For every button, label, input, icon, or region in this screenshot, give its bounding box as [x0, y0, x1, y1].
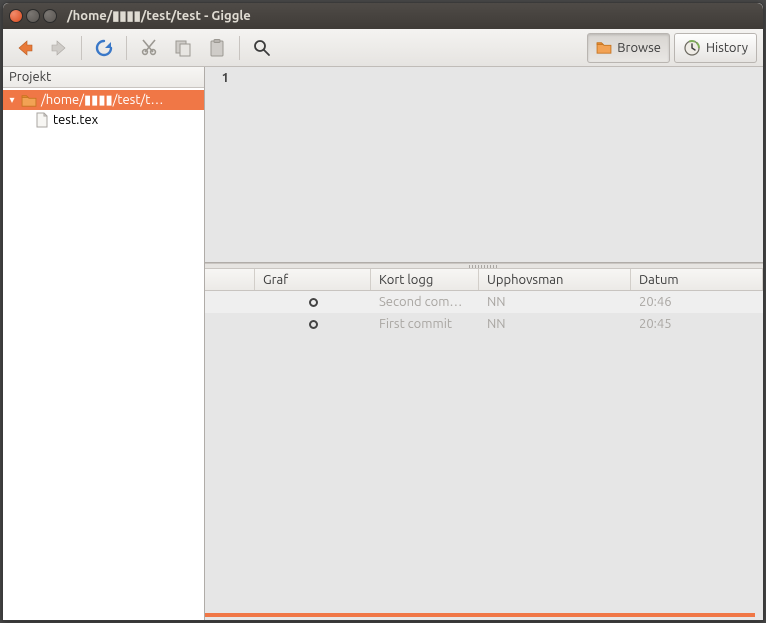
history-button-label: History: [706, 41, 748, 55]
commit-graph-cell: [255, 320, 371, 329]
scissors-icon: [139, 38, 159, 58]
commit-graph-cell: [255, 298, 371, 307]
project-tree[interactable]: ▾ /home/▮▮▮▮/test/t… test.tex: [3, 88, 204, 620]
copy-icon: [173, 38, 193, 58]
log-col-upphovsman[interactable]: Upphovsman: [479, 269, 631, 290]
commit-author: NN: [479, 295, 631, 309]
toolbar-separator: [239, 36, 240, 60]
tree-item-label: /home/▮▮▮▮/test/t…: [41, 93, 163, 108]
window-controls: [9, 9, 57, 23]
content-area: Projekt ▾ /home/▮▮▮▮/test/t… test.tex 1: [3, 67, 763, 620]
main-pane: 1 Graf Kort logg Upphovsman Datum: [205, 67, 763, 620]
history-mode-button[interactable]: History: [674, 33, 757, 63]
close-window-button[interactable]: [9, 9, 23, 23]
search-icon: [252, 38, 272, 58]
window-title: /home/▮▮▮▮/test/test - Giggle: [67, 9, 251, 24]
search-button[interactable]: [246, 33, 278, 63]
toolbar-separator: [81, 36, 82, 60]
commit-dot-icon: [309, 298, 318, 307]
log-header-row: Graf Kort logg Upphovsman Datum: [205, 269, 763, 291]
commit-shortlog: Second com…: [371, 295, 479, 309]
browse-button-label: Browse: [617, 41, 661, 55]
arrow-left-icon: [15, 38, 35, 58]
arrow-right-icon: [49, 38, 69, 58]
clock-icon: [683, 39, 701, 57]
tree-file-item[interactable]: test.tex: [3, 110, 204, 130]
folder-icon: [21, 94, 37, 107]
expand-icon[interactable]: ▾: [7, 94, 17, 106]
toolbar-right: Browse History: [587, 33, 757, 63]
commit-shortlog: First commit: [371, 317, 479, 331]
log-col-kortlogg[interactable]: Kort logg: [371, 269, 479, 290]
commit-date: 20:45: [631, 317, 763, 331]
commit-date: 20:46: [631, 295, 763, 309]
refresh-button[interactable]: [88, 33, 120, 63]
toolbar-separator: [126, 36, 127, 60]
line-number: 1: [222, 71, 229, 85]
file-icon: [35, 112, 49, 128]
paste-icon: [207, 38, 227, 58]
commit-row[interactable]: Second com… NN 20:46: [205, 291, 763, 313]
line-gutter: 1: [205, 67, 235, 262]
accent-bar: [205, 613, 755, 617]
forward-button[interactable]: [43, 33, 75, 63]
app-window: /home/▮▮▮▮/test/test - Giggle: [2, 2, 764, 621]
minimize-window-button[interactable]: [26, 9, 40, 23]
paste-button[interactable]: [201, 33, 233, 63]
tree-folder-item[interactable]: ▾ /home/▮▮▮▮/test/t…: [3, 90, 204, 110]
editor-body[interactable]: [235, 67, 763, 262]
commit-log-pane: Graf Kort logg Upphovsman Datum Second c…: [205, 269, 763, 620]
folder-icon: [596, 41, 612, 54]
titlebar[interactable]: /home/▮▮▮▮/test/test - Giggle: [3, 3, 763, 29]
commit-row[interactable]: First commit NN 20:45: [205, 313, 763, 335]
horizontal-splitter[interactable]: [205, 263, 763, 269]
copy-button[interactable]: [167, 33, 199, 63]
browse-mode-button[interactable]: Browse: [587, 33, 670, 63]
back-button[interactable]: [9, 33, 41, 63]
commit-dot-icon: [309, 320, 318, 329]
toolbar: Browse History: [3, 29, 763, 67]
log-body[interactable]: Second com… NN 20:46 First commit NN 20:…: [205, 291, 763, 620]
log-col-blank[interactable]: [205, 269, 255, 290]
editor-pane[interactable]: 1: [205, 67, 763, 263]
maximize-window-button[interactable]: [43, 9, 57, 23]
log-col-graf[interactable]: Graf: [255, 269, 371, 290]
tree-item-label: test.tex: [53, 113, 98, 127]
sidebar: Projekt ▾ /home/▮▮▮▮/test/t… test.tex: [3, 67, 205, 620]
cut-button[interactable]: [133, 33, 165, 63]
log-col-datum[interactable]: Datum: [631, 269, 763, 290]
commit-author: NN: [479, 317, 631, 331]
refresh-icon: [94, 38, 114, 58]
sidebar-header: Projekt: [3, 67, 204, 88]
